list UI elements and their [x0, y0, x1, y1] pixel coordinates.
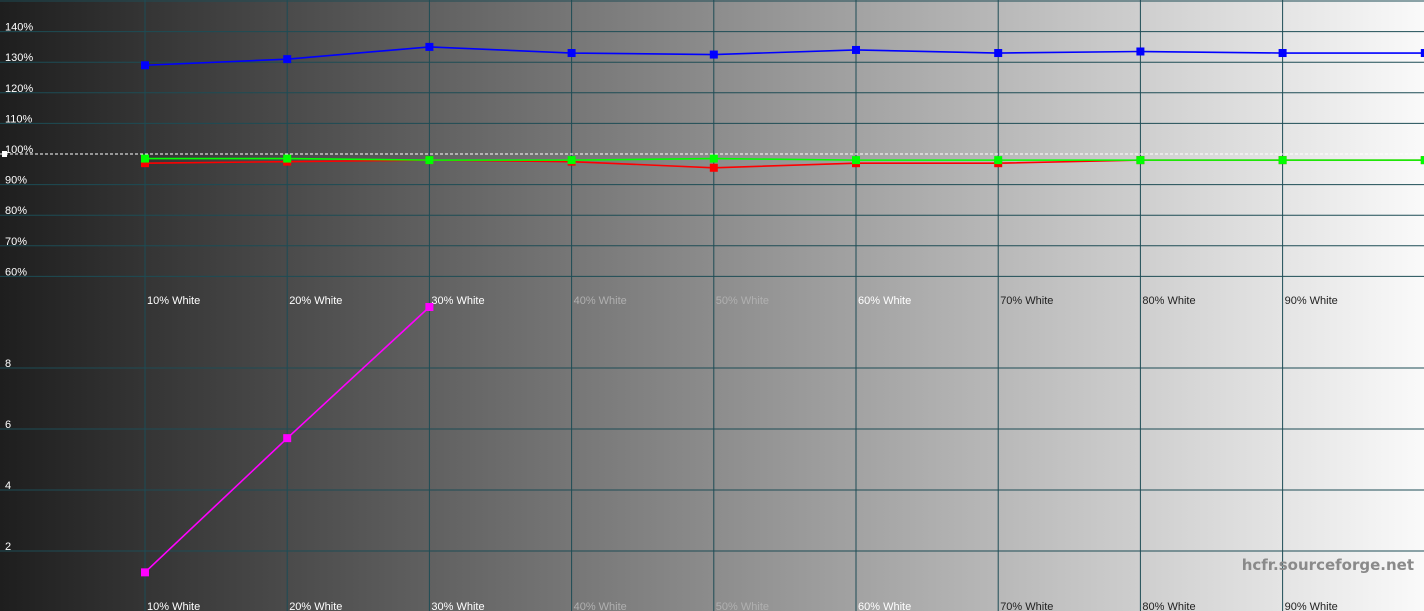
x-tick-label: 90% White — [1285, 601, 1338, 611]
x-tick-label: 90% White — [1285, 295, 1338, 307]
y-tick-label: 4 — [5, 480, 11, 492]
green-series-point — [425, 156, 434, 165]
grayscale-background — [0, 0, 1424, 611]
x-tick-label: 10% White — [147, 295, 200, 307]
y-tick-label: 60% — [5, 266, 27, 278]
x-tick-label: 50% White — [716, 295, 769, 307]
green-series-point — [283, 154, 292, 163]
watermark: hcfr.sourceforge.net — [1241, 556, 1414, 574]
red-series-point — [709, 163, 718, 172]
green-series-point — [852, 156, 860, 165]
x-tick-label: 60% White — [858, 601, 911, 611]
x-tick-label: 40% White — [574, 295, 627, 307]
y-tick-label: 130% — [5, 52, 33, 64]
rgb-levels-and-delta-e-chart: 60% 70% 80% 90% 100% 110% 120% 130% 140% 2 4 6 8 10%… — [0, 0, 1424, 611]
blue-series-point — [1136, 47, 1145, 56]
blue-series-point — [141, 61, 149, 70]
x-tick-label: 30% White — [431, 295, 484, 307]
x-tick-label: 70% White — [1000, 601, 1053, 611]
measurement-chart-area: 60% 70% 80% 90% 100% 110% 120% 130% 140% 2 4 6 8 10%… — [0, 0, 1424, 611]
blue-series-point — [709, 50, 718, 59]
x-tick-label: 20% White — [289, 601, 342, 611]
x-tick-label: 80% White — [1142, 601, 1195, 611]
y-tick-label: 6 — [5, 419, 11, 431]
green-series-point — [141, 154, 149, 163]
green-series-point — [567, 156, 576, 165]
delta-e-series-point — [283, 434, 292, 443]
blue-series-point — [425, 42, 434, 51]
delta-e-series-point — [425, 303, 434, 311]
blue-series-point — [1278, 49, 1287, 58]
blue-series-point — [994, 49, 1003, 58]
x-tick-label: 80% White — [1142, 295, 1195, 307]
x-tick-label: 10% White — [147, 601, 200, 611]
y-tick-label: 80% — [5, 205, 27, 217]
x-tick-label: 40% White — [574, 601, 627, 611]
y-tick-label: 90% — [5, 175, 27, 187]
y-tick-label: 2 — [5, 541, 11, 553]
green-series-point — [1136, 156, 1145, 165]
green-series-point — [709, 154, 718, 163]
x-tick-label: 70% White — [1000, 295, 1053, 307]
y-tick-label: 120% — [5, 83, 33, 95]
y-tick-label: 100% — [5, 144, 33, 156]
x-tick-label: 30% White — [431, 601, 484, 611]
green-series-point — [994, 156, 1003, 165]
blue-series-point — [852, 45, 860, 54]
y-tick-label: 110% — [5, 113, 33, 125]
x-tick-label: 60% White — [858, 295, 911, 307]
blue-series-point — [283, 55, 292, 64]
x-tick-label: 50% White — [716, 601, 769, 611]
x-tick-label: 20% White — [289, 295, 342, 307]
y-tick-label: 70% — [5, 236, 27, 248]
blue-series-point — [567, 49, 576, 58]
delta-e-series-point — [141, 568, 149, 577]
y-tick-label: 8 — [5, 358, 11, 370]
y-tick-label: 140% — [5, 22, 33, 34]
green-series-point — [1278, 156, 1287, 165]
